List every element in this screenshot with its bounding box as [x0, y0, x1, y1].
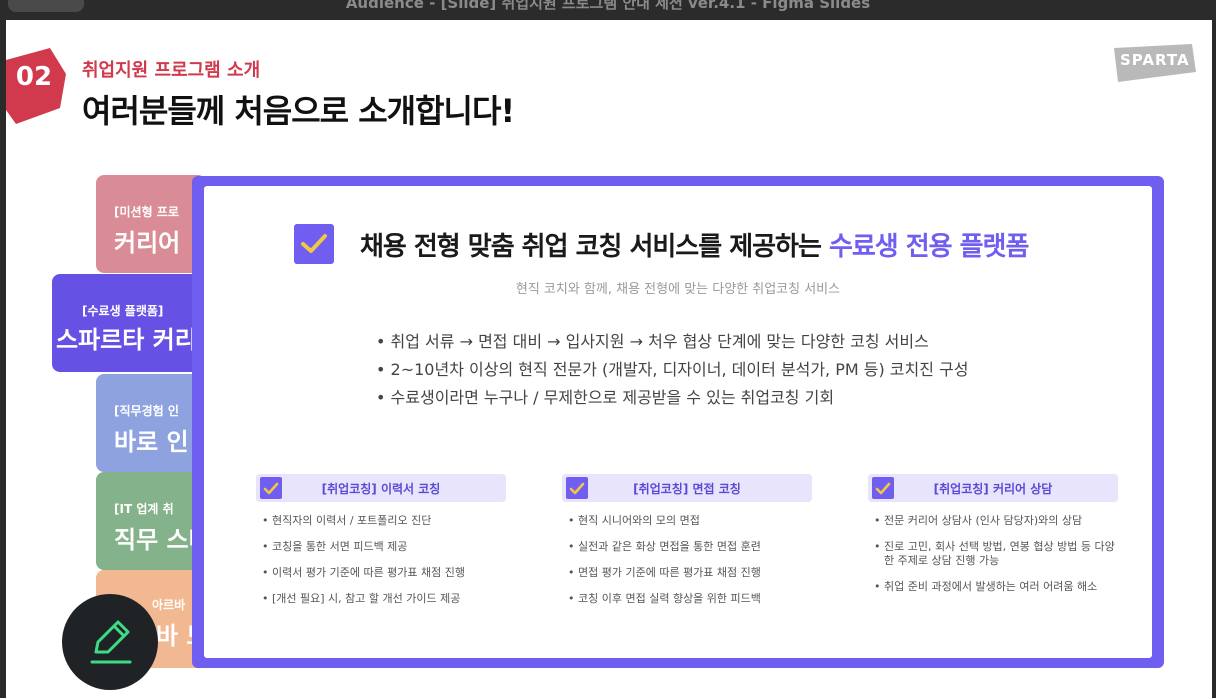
coaching-list: 현직자의 이력서 / 포트폴리오 진단 코칭을 통한 서면 피드백 제공 이력서… [256, 514, 506, 606]
side-tab-it-job[interactable]: [IT 업계 취 직무 스타 [96, 472, 206, 570]
card-bullets: 취업 서류 → 면접 대비 → 입사지원 → 처우 협상 단계에 맞는 다양한 … [376, 328, 969, 412]
list-item: 진로 고민, 회사 선택 방법, 연봉 협상 방법 등 다양한 주제로 상담 진… [884, 540, 1118, 568]
coaching-chip: [취업코칭] 이력서 코칭 [256, 474, 506, 502]
side-tab-name: 커리어 [114, 229, 181, 257]
side-tab-tag: [직무경험 인 [114, 404, 179, 418]
checkmark-icon [294, 224, 334, 264]
sparta-logo: SPARTA [1108, 42, 1198, 84]
coaching-chip-label: [취업코칭] 면접 코칭 [633, 482, 741, 496]
window-titlebar: Audience - [Slide] 취업지원 프로그램 안내 세션 ver.4… [0, 0, 1216, 20]
list-item: 전문 커리어 상담사 (인사 담당자)와의 상담 [884, 514, 1118, 528]
edit-fab-button[interactable] [62, 594, 158, 690]
section-number-badge: 02 [6, 48, 82, 126]
logo-text: SPARTA [1120, 51, 1190, 69]
coaching-column-resume: [취업코칭] 이력서 코칭 현직자의 이력서 / 포트폴리오 진단 코칭을 통한… [256, 474, 506, 618]
list-item: 코칭을 통한 서면 피드백 제공 [272, 540, 506, 554]
list-item: [개선 필요] 시, 참고 할 개선 가이드 제공 [272, 592, 506, 606]
list-item: 면접 평가 기준에 따른 평가표 채점 진행 [578, 566, 812, 580]
side-tab-sparta-career[interactable]: [수료생 플랫폼] 스파르타 커리어 [52, 274, 206, 372]
list-item: 현직자의 이력서 / 포트폴리오 진단 [272, 514, 506, 528]
coaching-list: 전문 커리어 상담사 (인사 담당자)와의 상담 진로 고민, 회사 선택 방법… [868, 514, 1118, 594]
slide-canvas: 02 취업지원 프로그램 소개 여러분들께 처음으로 소개합니다! SPARTA… [6, 20, 1212, 698]
window-title: Audience - [Slide] 취업지원 프로그램 안내 세션 ver.4… [345, 0, 871, 12]
list-item: 이력서 평가 기준에 따른 평가표 채점 진행 [272, 566, 506, 580]
platform-card: 채용 전형 맞춤 취업 코칭 서비스를 제공하는 수료생 전용 플랫폼 현직 코… [192, 176, 1164, 668]
side-tab-name: 스파르타 커리어 [56, 326, 206, 354]
bullet-item: 수료생이라면 누구나 / 무제한으로 제공받을 수 있는 취업코칭 기회 [376, 384, 969, 412]
card-title-highlight: 수료생 전용 플랫폼 [828, 232, 1029, 262]
section-label: 취업지원 프로그램 소개 [82, 60, 261, 81]
coaching-list: 현직 시니어와의 모의 면접 실전과 같은 화상 면접을 통한 면접 훈련 면접… [562, 514, 812, 606]
side-tab-tag: [미션형 프로 [114, 205, 179, 219]
slide-heading: 여러분들께 처음으로 소개합니다! [82, 92, 515, 130]
side-tab-career-mission[interactable]: [미션형 프로 커리어 [96, 175, 206, 273]
bullet-item: 취업 서류 → 면접 대비 → 입사지원 → 처우 협상 단계에 맞는 다양한 … [376, 328, 969, 356]
side-tab-tag: 아르바 [152, 598, 186, 612]
card-title-main: 채용 전형 맞춤 취업 코칭 서비스를 제공하는 [360, 232, 829, 262]
list-item: 취업 준비 과정에서 발생하는 여러 어려움 해소 [884, 580, 1118, 594]
coaching-chip: [취업코칭] 커리어 상담 [868, 474, 1118, 502]
side-tab-name: 바로 인 [114, 428, 189, 456]
section-number: 02 [15, 62, 53, 92]
coaching-chip: [취업코칭] 면접 코칭 [562, 474, 812, 502]
card-subtitle: 현직 코치와 함께, 채용 전형에 맞는 다양한 취업코칭 서비스 [515, 282, 841, 297]
pencil-icon [90, 620, 132, 664]
list-item: 코칭 이후 면접 실력 향상을 위한 피드백 [578, 592, 812, 606]
coaching-chip-label: [취업코칭] 이력서 코칭 [321, 482, 441, 496]
card-title: 채용 전형 맞춤 취업 코칭 서비스를 제공하는 수료생 전용 플랫폼 [360, 226, 1029, 263]
coaching-column-interview: [취업코칭] 면접 코칭 현직 시니어와의 모의 면접 실전과 같은 화상 면접… [562, 474, 812, 618]
list-item: 현직 시니어와의 모의 면접 [578, 514, 812, 528]
coaching-column-career: [취업코칭] 커리어 상담 전문 커리어 상담사 (인사 담당자)와의 상담 진… [868, 474, 1118, 606]
side-tab-job-experience[interactable]: [직무경험 인 바로 인 [96, 374, 206, 472]
side-tab-tag: [수료생 플랫폼] [82, 304, 164, 318]
list-item: 실전과 같은 화상 면접을 통한 면접 훈련 [578, 540, 812, 554]
side-tab-tag: [IT 업계 취 [114, 502, 174, 516]
coaching-chip-label: [취업코칭] 커리어 상담 [933, 482, 1053, 496]
bullet-item: 2~10년차 이상의 현직 전문가 (개발자, 디자이너, 데이터 분석가, P… [376, 356, 969, 384]
platform-card-body: 채용 전형 맞춤 취업 코칭 서비스를 제공하는 수료생 전용 플랫폼 현직 코… [204, 186, 1152, 658]
